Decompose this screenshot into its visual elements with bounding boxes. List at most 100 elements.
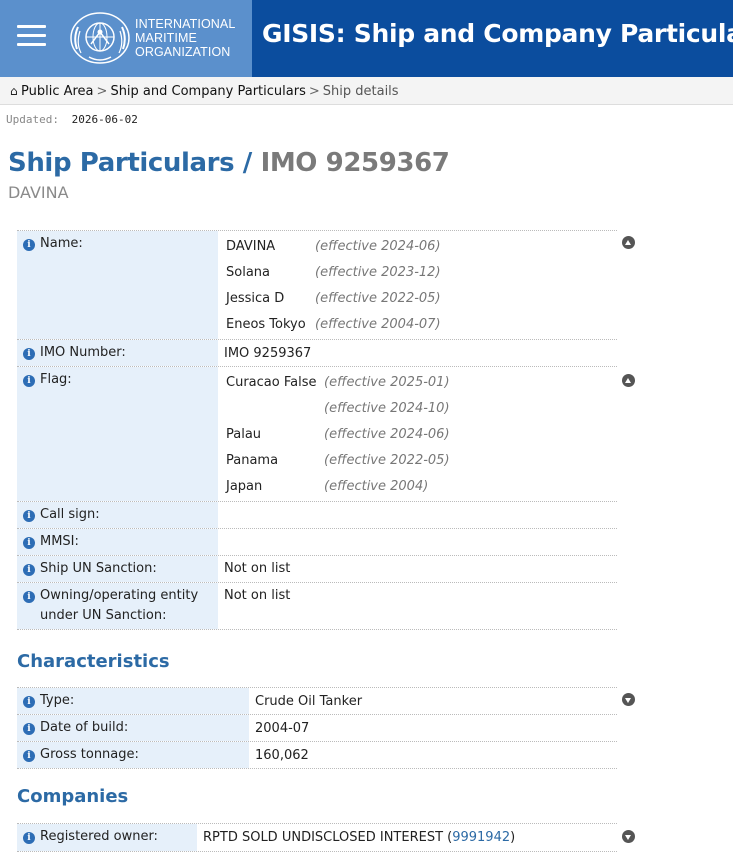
breadcrumb-public-area[interactable]: Public Area — [21, 84, 94, 99]
info-icon[interactable]: i — [23, 832, 35, 844]
build-date-value: 2004-07 — [255, 721, 310, 736]
home-icon[interactable]: ⌂ — [10, 77, 21, 105]
flag-history-item: Curacao False (effective 2025-01) — [226, 369, 450, 395]
breadcrumb-ship-company[interactable]: Ship and Company Particulars — [110, 84, 305, 99]
site-title: GISIS: Ship and Company Particulars — [262, 19, 733, 48]
callsign-row: i Call sign: — [17, 502, 617, 529]
flag-value: Curacao False — [226, 374, 317, 390]
breadcrumb-separator: > — [308, 84, 320, 99]
info-icon[interactable]: i — [23, 510, 35, 522]
name-effective: (effective 2004-07) — [315, 316, 441, 332]
breadcrumb-current: Ship details — [322, 84, 399, 99]
name-history-item: Solana (effective 2023-12) — [226, 259, 441, 285]
flag-history-item: Japan (effective 2004) — [226, 473, 450, 499]
page-title-main: Ship Particulars / — [8, 148, 252, 178]
owning-entity-value: Not on list — [224, 588, 291, 603]
type-value: Crude Oil Tanker — [255, 694, 363, 709]
particulars-table: i Name: DAVINA (effective 2024-06) Solana… — [17, 230, 617, 630]
imo-label-cell: i IMO Number: — [17, 340, 218, 366]
hamburger-menu-icon[interactable] — [17, 25, 46, 47]
ship-name-subtitle: DAVINA — [8, 183, 69, 202]
flag-row: i Flag: Curacao False (effective 2025-01)… — [17, 367, 617, 502]
info-icon[interactable]: i — [23, 375, 35, 387]
breadcrumb: ⌂ Public Area > Ship and Company Particular… — [0, 77, 733, 105]
gross-tonnage-label: Gross tonnage: — [40, 747, 139, 762]
build-date-row: i Date of build: 2004-07 — [17, 715, 617, 742]
registered-owner-label: Registered owner: — [40, 829, 158, 844]
callsign-label-cell: i Call sign: — [17, 502, 218, 528]
un-sanction-label-cell: i Ship UN Sanction: — [17, 556, 218, 582]
name-value: Eneos Tokyo — [226, 316, 306, 332]
name-history-item: Jessica D (effective 2022-05) — [226, 285, 441, 311]
name-label-cell: i Name: — [17, 231, 218, 339]
name-effective: (effective 2022-05) — [315, 290, 441, 306]
mmsi-label-cell: i MMSI: — [17, 529, 218, 555]
info-icon[interactable]: i — [23, 696, 35, 708]
name-effective: (effective 2024-06) — [315, 238, 441, 254]
registered-owner-name: RPTD SOLD UNDISCLOSED INTEREST ( — [203, 830, 453, 845]
registered-owner-row: i Registered owner: RPTD SOLD UNDISCLOSE… — [17, 824, 617, 852]
breadcrumb-separator: > — [96, 84, 108, 99]
info-icon[interactable]: i — [23, 564, 35, 576]
name-history-item: DAVINA (effective 2024-06) — [226, 233, 441, 259]
info-icon[interactable]: i — [23, 239, 35, 251]
owning-entity-label-cell: i Owning/operating entity under UN Sanct… — [17, 583, 218, 629]
page-title: Ship Particulars / IMO 9259367 — [8, 148, 450, 178]
un-sanction-row: i Ship UN Sanction: Not on list — [17, 556, 617, 583]
callsign-label: Call sign: — [40, 507, 100, 522]
registered-owner-value: RPTD SOLD UNDISCLOSED INTEREST (9991942) — [197, 824, 521, 851]
flag-history-item: (effective 2024-10) — [226, 395, 450, 421]
flag-effective: (effective 2025-01) — [324, 374, 450, 390]
gross-tonnage-value: 160,062 — [255, 748, 309, 763]
flag-label: Flag: — [40, 372, 72, 387]
imo-label: IMO Number: — [40, 345, 126, 360]
collapse-names-button[interactable] — [622, 236, 635, 249]
characteristics-heading: Characteristics — [17, 651, 170, 672]
flag-values: Curacao False (effective 2025-01) (effect… — [218, 367, 450, 501]
flag-value: Japan — [226, 478, 263, 494]
flag-effective: (effective 2022-05) — [324, 452, 450, 468]
info-icon[interactable]: i — [23, 348, 35, 360]
build-date-label: Date of build: — [40, 720, 129, 735]
org-name: INTERNATIONAL MARITIME ORGANIZATION — [135, 17, 235, 59]
flag-effective: (effective 2004) — [324, 478, 429, 494]
flag-history-item: Palau (effective 2024-06) — [226, 421, 450, 447]
flag-value: Palau — [226, 426, 262, 442]
name-values: DAVINA (effective 2024-06) Solana (effecti… — [218, 231, 441, 339]
callsign-value — [218, 502, 230, 528]
expand-characteristics-button[interactable] — [622, 693, 635, 706]
name-value: Jessica D — [226, 290, 285, 306]
type-label: Type: — [40, 693, 75, 708]
companies-heading: Companies — [17, 786, 129, 807]
imo-emblem-icon[interactable] — [69, 11, 131, 65]
mmsi-row: i MMSI: — [17, 529, 617, 556]
owning-entity-label: Owning/operating entity under UN Sanctio… — [40, 588, 199, 623]
info-icon[interactable]: i — [23, 591, 35, 603]
registered-owner-id-link[interactable]: 9991942 — [452, 830, 510, 845]
collapse-flags-button[interactable] — [622, 374, 635, 387]
name-value: Solana — [226, 264, 270, 280]
flag-value: Panama — [226, 452, 279, 468]
org-name-line-3: ORGANIZATION — [135, 45, 231, 59]
name-row: i Name: DAVINA (effective 2024-06) Solana… — [17, 231, 617, 340]
name-value: DAVINA — [226, 238, 276, 254]
gross-tonnage-row: i Gross tonnage: 160,062 — [17, 742, 617, 769]
flag-history-item: Panama (effective 2022-05) — [226, 447, 450, 473]
info-icon[interactable]: i — [23, 537, 35, 549]
updated-info: Updated: 2026-06-02 — [6, 113, 144, 126]
registered-owner-suffix: ) — [510, 830, 516, 845]
info-icon[interactable]: i — [23, 750, 35, 762]
org-name-line-1: INTERNATIONAL — [135, 17, 236, 31]
updated-value: 2026-06-02 — [71, 113, 138, 126]
flag-label-cell: i Flag: — [17, 367, 218, 501]
mmsi-label: MMSI: — [40, 534, 79, 549]
characteristics-table: i Type: Crude Oil Tanker i Date of build… — [17, 687, 617, 769]
registered-owner-label-cell: i Registered owner: — [17, 824, 197, 851]
name-history-item: Eneos Tokyo (effective 2004-07) — [226, 311, 441, 337]
mmsi-value — [218, 529, 230, 555]
expand-companies-button[interactable] — [622, 830, 635, 843]
page-title-imo: IMO 9259367 — [260, 148, 450, 178]
info-icon[interactable]: i — [23, 723, 35, 735]
owning-entity-row: i Owning/operating entity under UN Sanct… — [17, 583, 617, 630]
gross-tonnage-label-cell: i Gross tonnage: — [17, 742, 249, 768]
